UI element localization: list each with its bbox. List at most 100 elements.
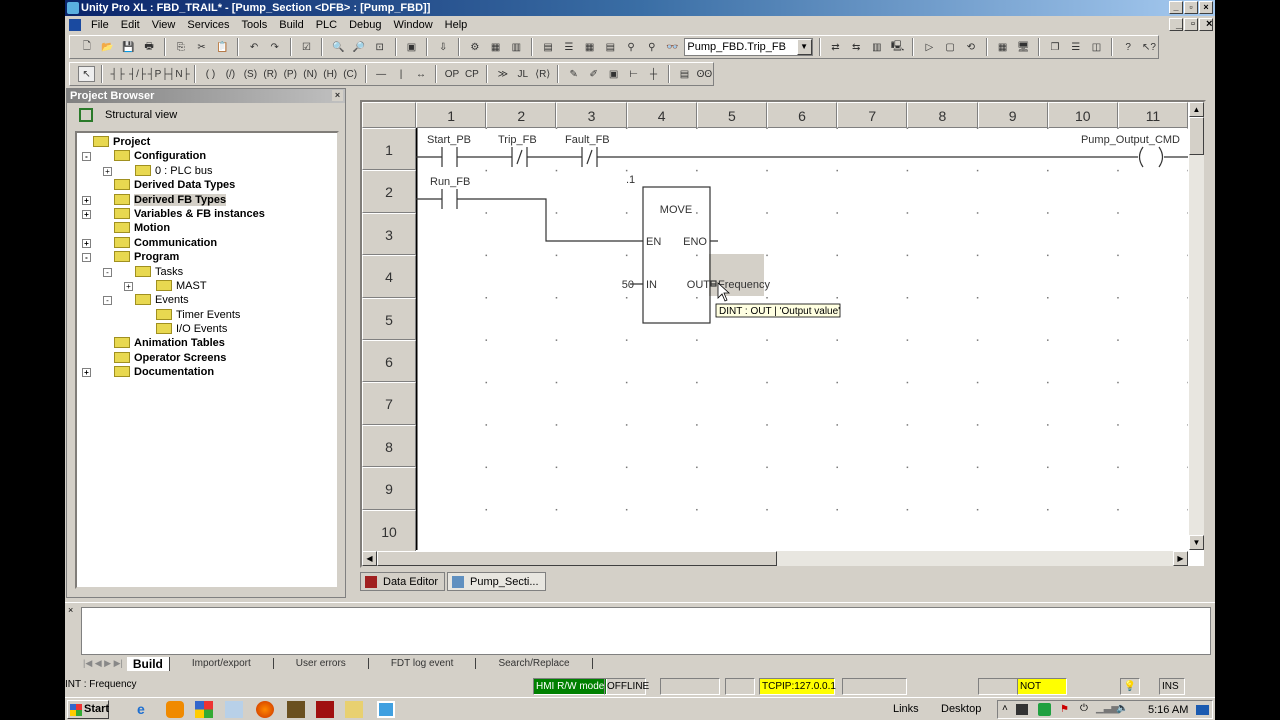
- close-icon[interactable]: ×: [68, 605, 73, 615]
- row-header[interactable]: 4: [362, 255, 416, 298]
- vertical-scrollbar[interactable]: ▲ ▼: [1189, 102, 1204, 550]
- tab-search-replace[interactable]: Search/Replace: [476, 658, 593, 669]
- column-header[interactable]: 8: [907, 102, 978, 128]
- column-header[interactable]: 6: [766, 102, 838, 128]
- chevron-down-icon[interactable]: ▼: [796, 39, 812, 55]
- restore-button[interactable]: ▫: [1184, 1, 1198, 14]
- connect-icon[interactable]: ⇄: [827, 39, 845, 55]
- zoom-fit-icon[interactable]: ⊡: [371, 39, 389, 55]
- n-coil-icon[interactable]: (N): [302, 66, 319, 82]
- select-pointer-icon[interactable]: ↖: [78, 66, 96, 82]
- tree-item[interactable]: Derived Data Types: [77, 178, 337, 192]
- row-header[interactable]: 8: [362, 424, 416, 468]
- desktop-toolbar[interactable]: Desktop: [941, 703, 981, 715]
- cascade-icon[interactable]: ❐: [1046, 39, 1064, 55]
- tree-item[interactable]: Project: [77, 135, 337, 149]
- menu-debug[interactable]: Debug: [343, 19, 387, 31]
- row-header[interactable]: 3: [362, 212, 416, 256]
- menu-services[interactable]: Services: [181, 19, 235, 31]
- vertical-scroll-thumb[interactable]: [1189, 117, 1204, 155]
- no-contact-icon[interactable]: ┤├: [109, 66, 126, 82]
- tree-item[interactable]: - Events: [77, 293, 337, 307]
- tree-item[interactable]: + Documentation: [77, 365, 337, 379]
- tree-item[interactable]: +0 : PLC bus: [77, 164, 337, 178]
- export-icon[interactable]: ⇩: [434, 39, 452, 55]
- open-icon[interactable]: 📂: [99, 39, 117, 55]
- firefox-icon[interactable]: [256, 701, 274, 718]
- tree-item[interactable]: + Derived FB Types: [77, 193, 337, 207]
- power-tray-icon[interactable]: ⏻: [1080, 703, 1088, 714]
- explorer-icon[interactable]: [345, 701, 363, 718]
- io-icon[interactable]: ▦: [994, 39, 1012, 55]
- disconnect-icon[interactable]: ⇆: [847, 39, 865, 55]
- stop-icon[interactable]: ▢: [941, 39, 959, 55]
- links-toolbar[interactable]: Links: [893, 703, 919, 715]
- run-icon[interactable]: ▷: [920, 39, 938, 55]
- horizontal-scroll-thumb[interactable]: [377, 551, 777, 566]
- help-icon[interactable]: ?: [1119, 39, 1137, 55]
- expand-icon[interactable]: +: [124, 281, 133, 291]
- neg-coil-icon[interactable]: (/): [222, 66, 239, 82]
- tab-build[interactable]: Build: [126, 656, 170, 671]
- row-header[interactable]: 1: [362, 128, 416, 171]
- menu-help[interactable]: Help: [439, 19, 474, 31]
- tree-item[interactable]: Animation Tables: [77, 336, 337, 350]
- volume-tray-icon[interactable]: 🔈: [1116, 703, 1128, 714]
- column-header[interactable]: 7: [837, 102, 908, 128]
- tree-item[interactable]: - Tasks: [77, 265, 337, 279]
- save-icon[interactable]: 💾: [119, 39, 137, 55]
- expand-icon[interactable]: +: [82, 238, 91, 248]
- scroll-left-icon[interactable]: ◀: [362, 551, 377, 566]
- data-select-icon[interactable]: ▣: [605, 66, 622, 82]
- column-header[interactable]: 2: [486, 102, 557, 128]
- horizontal-scrollbar[interactable]: ◀ ▶: [362, 551, 1188, 566]
- tree-item[interactable]: - Program: [77, 250, 337, 264]
- simulator-icon[interactable]: 🖥: [1014, 39, 1032, 55]
- build-changes-icon[interactable]: ▦: [487, 39, 505, 55]
- fbd-tool2-icon[interactable]: ✐: [585, 66, 602, 82]
- connector-icon[interactable]: ⊢: [625, 66, 642, 82]
- camera-tray-icon[interactable]: [1016, 704, 1028, 715]
- coil-icon[interactable]: ( ): [202, 66, 219, 82]
- tile-vertical-icon[interactable]: ◫: [1088, 39, 1106, 55]
- redo-icon[interactable]: ↷: [266, 39, 284, 55]
- row-header[interactable]: 6: [362, 339, 416, 383]
- tree-item[interactable]: + Variables & FB instances: [77, 207, 337, 221]
- undo-icon[interactable]: ↶: [245, 39, 263, 55]
- replace-icon[interactable]: ⚲: [643, 39, 661, 55]
- cut-icon[interactable]: ✂: [193, 39, 211, 55]
- tab-data-editor[interactable]: Data Editor: [360, 572, 446, 591]
- oper-block-icon[interactable]: OP: [443, 66, 460, 82]
- collapse-icon[interactable]: -: [82, 152, 91, 162]
- jump-icon[interactable]: ≫: [494, 66, 511, 82]
- column-header[interactable]: 9: [977, 102, 1048, 128]
- menu-build[interactable]: Build: [273, 19, 309, 31]
- column-header[interactable]: 3: [556, 102, 627, 128]
- zoom-in-icon[interactable]: 🔍: [329, 39, 347, 55]
- doc-restore-button[interactable]: ▫: [1184, 18, 1198, 31]
- row-header[interactable]: 10: [362, 509, 416, 552]
- paste-icon[interactable]: 📋: [213, 39, 231, 55]
- acrobat-icon[interactable]: [316, 701, 334, 718]
- start-button[interactable]: Start: [67, 700, 109, 719]
- rebuild-icon[interactable]: ▥: [507, 39, 525, 55]
- analyze-icon[interactable]: ⚙: [466, 39, 484, 55]
- set-coil-icon[interactable]: (S): [242, 66, 259, 82]
- row-header[interactable]: 5: [362, 297, 416, 340]
- validate-icon[interactable]: ☑: [298, 39, 316, 55]
- menu-window[interactable]: Window: [388, 19, 439, 31]
- call-coil-icon[interactable]: (C): [342, 66, 359, 82]
- tree-item[interactable]: Operator Screens: [77, 351, 337, 365]
- menu-file[interactable]: File: [85, 19, 115, 31]
- tree-item[interactable]: Timer Events: [77, 308, 337, 322]
- n-contact-icon[interactable]: ┤N├: [168, 66, 189, 82]
- tab-user-errors[interactable]: User errors: [274, 658, 369, 669]
- pin-icon[interactable]: ┼: [645, 66, 662, 82]
- row-header[interactable]: 9: [362, 467, 416, 510]
- glasses-icon[interactable]: ʘʘ: [696, 66, 713, 82]
- comp-block-icon[interactable]: CP: [463, 66, 480, 82]
- tab-import-export[interactable]: Import/export: [170, 658, 274, 669]
- label-icon[interactable]: JL: [514, 66, 531, 82]
- p-contact-icon[interactable]: ┤P├: [148, 66, 169, 82]
- column-header[interactable]: 4: [626, 102, 697, 128]
